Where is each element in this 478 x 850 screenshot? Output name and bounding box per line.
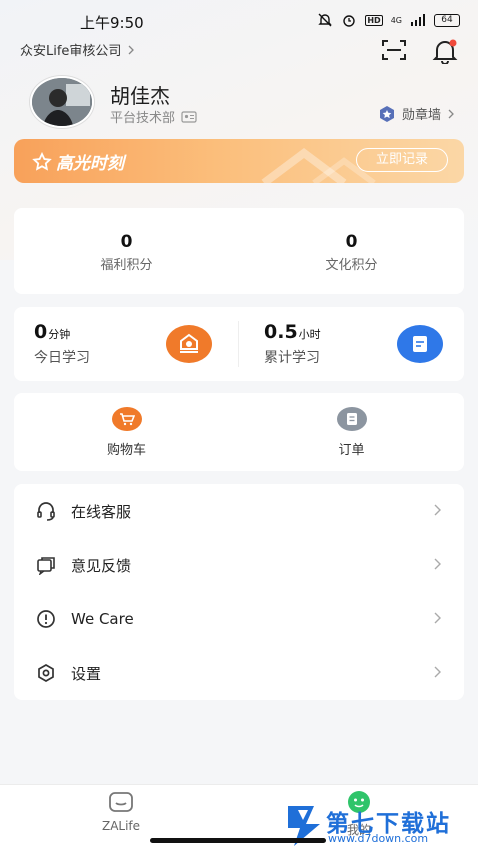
- settings-icon: [38, 664, 54, 682]
- order-icon: [336, 407, 367, 431]
- status-bar: 上午9:50 HD 4G 64: [0, 0, 478, 40]
- tab-zalife[interactable]: ZALife: [96, 791, 146, 833]
- today-study-value: 0分钟: [34, 321, 71, 343]
- order-entry[interactable]: 订单: [239, 407, 464, 458]
- id-card-icon: [181, 110, 197, 123]
- menu-item-label: 意见反馈: [71, 556, 132, 575]
- department-label: 平台技术部: [110, 111, 176, 126]
- culture-points[interactable]: 0 文化积分: [239, 232, 464, 273]
- status-time: 上午9:50: [80, 14, 144, 32]
- total-study-value: 0.5小时: [264, 321, 321, 343]
- menu-item-label: 设置: [71, 664, 102, 683]
- menu-item-we-care[interactable]: We Care: [14, 592, 464, 646]
- cart-entry[interactable]: 购物车: [14, 407, 239, 458]
- today-study-icon[interactable]: [166, 325, 212, 363]
- total-study-icon[interactable]: [397, 325, 443, 363]
- user-name: 胡佳杰: [110, 84, 170, 108]
- battery-icon: 64: [434, 13, 460, 27]
- today-study-label: 今日学习: [34, 350, 90, 366]
- network-label: 4G: [390, 15, 402, 25]
- order-label: 订单: [338, 443, 365, 458]
- culture-points-value: 0: [345, 232, 358, 252]
- welfare-points[interactable]: 0 福利积分: [14, 232, 239, 273]
- menu-item-label: 在线客服: [71, 502, 132, 521]
- watermark-url: www.d7down.com: [328, 832, 429, 845]
- chevron-right-icon: [434, 612, 441, 624]
- medal-icon: [380, 105, 394, 122]
- department: 平台技术部: [110, 107, 197, 126]
- total-study[interactable]: 0.5小时 累计学习: [264, 321, 321, 367]
- highlight-title: 高光时刻: [32, 149, 124, 174]
- company-selector[interactable]: 众安Life审核公司: [20, 40, 135, 59]
- avatar[interactable]: [30, 76, 94, 128]
- chevron-right-icon: [448, 109, 454, 118]
- chevron-right-icon: [128, 45, 135, 54]
- points-card: 0 福利积分 0 文化积分: [14, 208, 464, 294]
- study-card: 0分钟 今日学习 0.5小时 累计学习: [14, 307, 464, 381]
- menu-item-label: We Care: [71, 610, 134, 628]
- alarm-icon: [343, 15, 356, 27]
- chevron-right-icon: [434, 504, 441, 516]
- menu-item-settings[interactable]: 设置: [14, 646, 464, 700]
- shop-card: 购物车 订单: [14, 393, 464, 471]
- welfare-points-value: 0: [120, 232, 133, 252]
- feedback-icon: [37, 557, 55, 575]
- menu-item-customer-service[interactable]: 在线客服: [14, 484, 464, 538]
- today-study[interactable]: 0分钟 今日学习: [34, 321, 90, 367]
- scan-icon[interactable]: [381, 38, 407, 62]
- menu-list: 在线客服 意见反馈 We Care 设置: [14, 484, 464, 700]
- cart-icon: [111, 407, 142, 431]
- tab-zalife-label: ZALife: [101, 819, 141, 833]
- home-indicator[interactable]: [150, 838, 326, 843]
- notification-bell-icon[interactable]: [432, 38, 458, 64]
- chevron-right-icon: [434, 666, 441, 678]
- chevron-right-icon: [434, 558, 441, 570]
- welfare-points-label: 福利积分: [100, 258, 153, 273]
- culture-points-label: 文化积分: [325, 258, 378, 273]
- document-icon: [413, 336, 427, 352]
- study-emblem-icon: [180, 333, 198, 353]
- total-study-unit: 小时: [298, 328, 321, 341]
- headset-icon: [37, 502, 55, 521]
- menu-item-feedback[interactable]: 意见反馈: [14, 538, 464, 592]
- hd-icon: HD: [365, 14, 383, 26]
- highlight-banner[interactable]: 高光时刻 立即记录: [14, 139, 464, 183]
- badge-wall-link[interactable]: 勋章墙: [378, 104, 455, 123]
- cart-label: 购物车: [106, 443, 146, 458]
- status-icons: HD 4G 64: [317, 12, 460, 28]
- alert-circle-icon: [37, 610, 55, 628]
- star-icon: [32, 151, 52, 171]
- record-now-button[interactable]: 立即记录: [356, 148, 448, 172]
- badge-wall-label: 勋章墙: [402, 108, 442, 123]
- mute-icon: [318, 13, 333, 27]
- signal-icon: [411, 14, 425, 26]
- company-name: 众安Life审核公司: [20, 44, 122, 59]
- home-icon: [109, 792, 133, 812]
- total-study-label: 累计学习: [264, 350, 320, 366]
- today-study-unit: 分钟: [48, 328, 71, 341]
- study-divider: [238, 321, 239, 367]
